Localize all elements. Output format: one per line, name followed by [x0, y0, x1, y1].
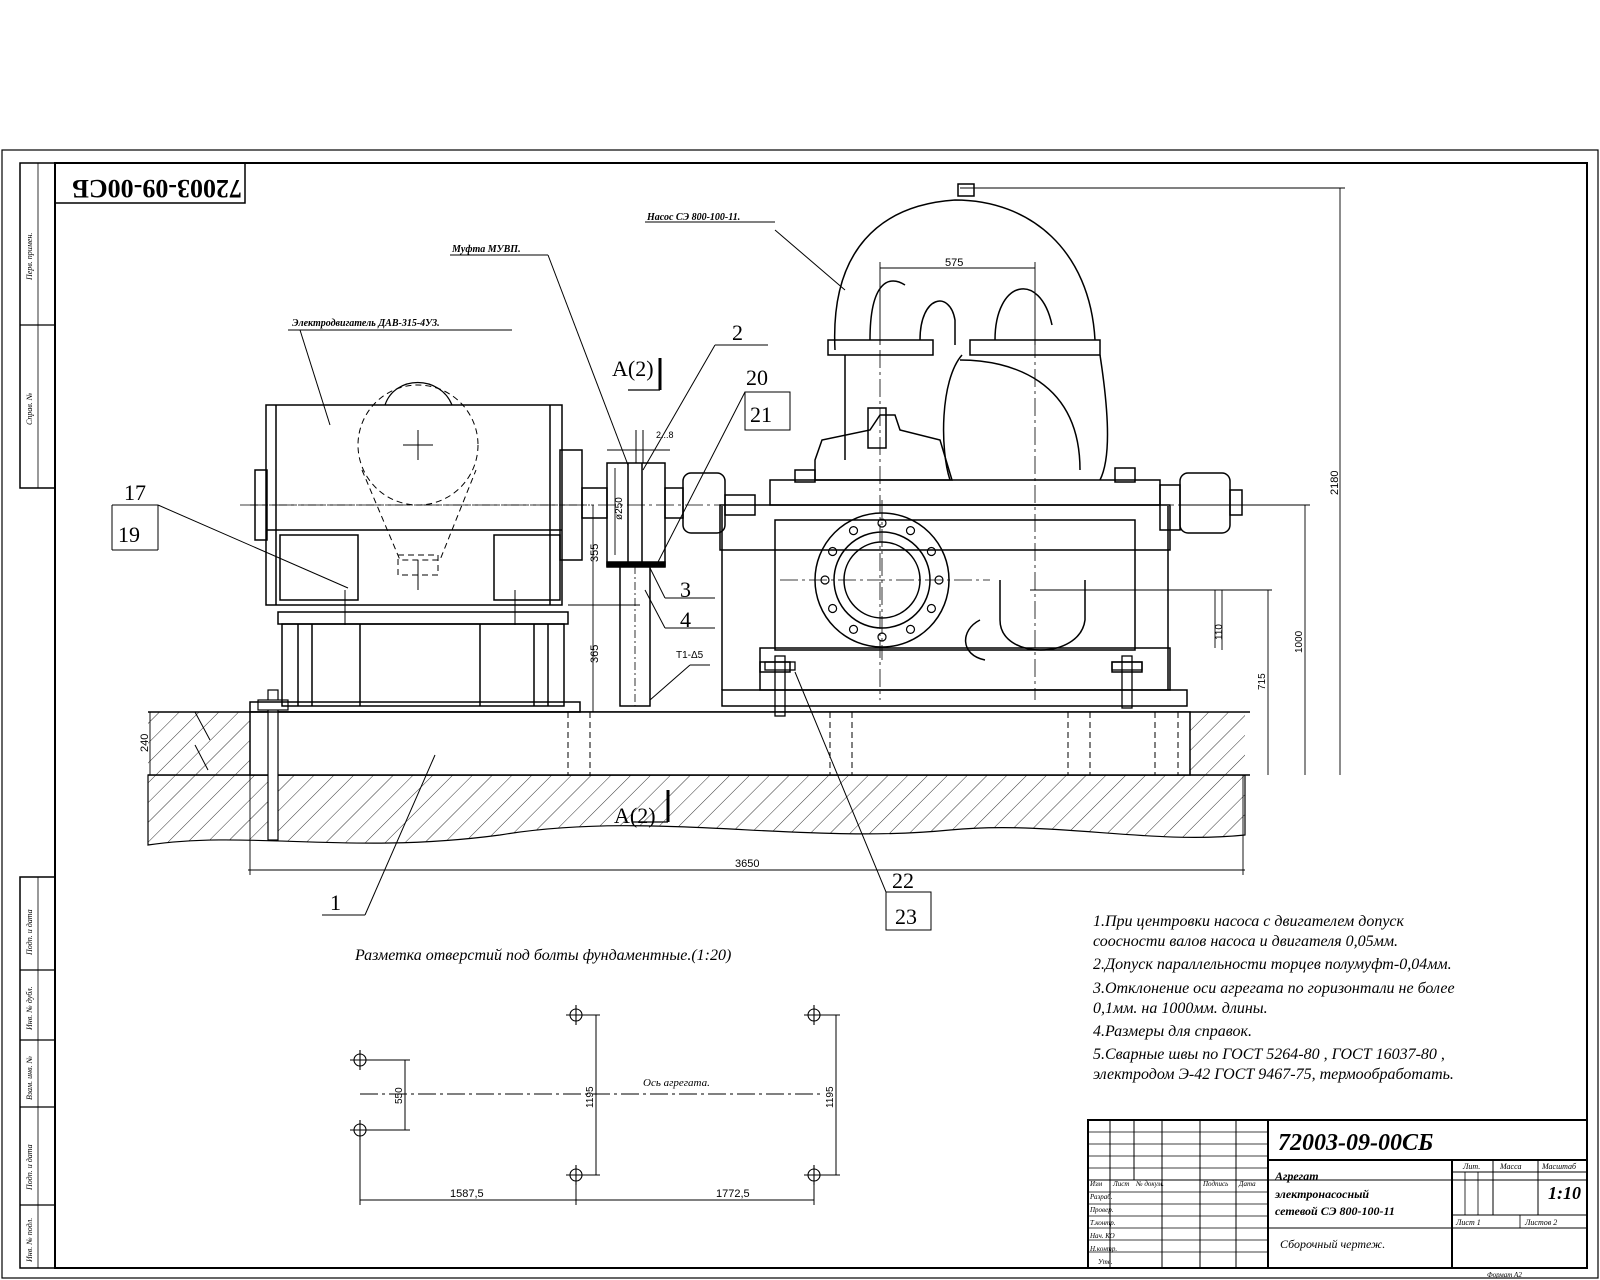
note-line: 2.Допуск параллельности торцев полумуфт-… — [1093, 956, 1452, 973]
flange-hole — [926, 546, 937, 557]
flange-hole — [827, 603, 838, 614]
product-name-2: электронасосный — [1274, 1187, 1369, 1201]
pos-2: 2 — [732, 320, 743, 345]
dim-250: ø250 — [614, 497, 625, 520]
note-line: электродом Э-42 ГОСТ 9467-75, термообраб… — [1093, 1066, 1454, 1083]
scale-value: 1:10 — [1548, 1183, 1581, 1203]
side-labels: Перв. примен. Справ. № Подп. и дата Инв.… — [25, 233, 34, 1263]
pos-22: 22 — [892, 868, 914, 893]
dim-1587: 1587,5 — [450, 1188, 484, 1200]
role: Т.контр. — [1090, 1219, 1116, 1227]
doc-type: Сборочный чертеж. — [1280, 1237, 1385, 1251]
weld-mark: Т1-Δ5 — [676, 650, 704, 661]
note-line: 5.Сварные швы по ГОСТ 5264-80 , ГОСТ 160… — [1093, 1046, 1445, 1063]
flange-hole — [848, 525, 859, 536]
dim-355: 355 — [589, 544, 601, 562]
role: Разраб. — [1089, 1193, 1113, 1201]
coupling-label: Муфта МУВП. — [451, 244, 521, 255]
pump — [769, 183, 1243, 661]
pos-21: 21 — [750, 402, 772, 427]
role: Н.контр. — [1089, 1245, 1117, 1253]
layout-title: Разметка отверстий под болты фундаментны… — [354, 947, 731, 964]
hdr-date: Дата — [1238, 1180, 1256, 1188]
dim-2180: 2180 — [1329, 471, 1341, 495]
note-line: соосности валов насоса и двигателя 0,05м… — [1093, 933, 1398, 950]
col-scale: Масштаб — [1541, 1162, 1577, 1171]
hdr-doc: № докум. — [1135, 1180, 1164, 1188]
dim-240: 240 — [139, 734, 151, 752]
side-label: Подп. и дата — [25, 1144, 34, 1191]
pos-4: 4 — [680, 607, 691, 632]
dim-1000: 1000 — [1294, 630, 1305, 653]
product-name-3: сетевой СЭ 800-100-11 — [1275, 1204, 1395, 1218]
foundation — [147, 689, 1250, 846]
sheet-number: Лист 1 — [1455, 1218, 1481, 1227]
col-lit: Лит. — [1462, 1162, 1480, 1171]
dim-110: 110 — [1214, 624, 1225, 640]
flange-hole — [827, 546, 838, 557]
note-line: 4.Размеры для справок. — [1093, 1023, 1252, 1040]
doc-number-rotated: 72003-09-00СБ — [72, 174, 242, 203]
product-name-1: Агрегат — [1274, 1169, 1319, 1183]
flange-hole — [848, 624, 859, 635]
hdr-sign: Подпись — [1202, 1180, 1228, 1188]
pos-19: 19 — [118, 522, 140, 547]
electric-motor — [240, 382, 590, 625]
section-mark-bottom: А(2) — [614, 803, 656, 828]
coupling — [581, 430, 756, 568]
dim-1195-right: 1195 — [825, 1086, 836, 1108]
dim-365: 365 — [589, 645, 601, 663]
title-block-number: 72003-09-00СБ — [1278, 1130, 1433, 1156]
dim-715: 715 — [1257, 673, 1268, 690]
dim-1772: 1772,5 — [716, 1188, 750, 1200]
motor-label: Электродвигатель ДАВ-315-4У3. — [292, 318, 440, 329]
dim-1195-left: 1195 — [585, 1086, 596, 1108]
axis-label: Ось агрегата. — [643, 1077, 710, 1089]
technical-notes: 1.При центровки насоса с двигателем допу… — [1092, 913, 1455, 1083]
pump-base — [719, 504, 1188, 707]
pos-1: 1 — [330, 890, 341, 915]
pos-3: 3 — [680, 577, 691, 602]
hole-layout: Разметка отверстий под болты фундаментны… — [350, 947, 840, 1205]
col-mass: Масса — [1499, 1162, 1521, 1171]
dim-550: 550 — [394, 1087, 405, 1104]
role: Утв. — [1098, 1258, 1113, 1266]
format-label: Формат А2 — [1487, 1271, 1522, 1279]
assembly-drawing: Перв. примен. Справ. № Подп. и дата Инв.… — [1, 149, 1599, 1279]
role: Нач. КО — [1089, 1232, 1115, 1240]
title-block-text: 72003-09-00СБ Агрегат электронасосный се… — [1089, 1130, 1581, 1279]
motor-base — [249, 565, 651, 713]
hdr-izm: Изм — [1089, 1180, 1103, 1188]
side-label: Взам. инв. № — [25, 1055, 34, 1100]
pump-bolts — [764, 655, 1143, 717]
role: Провер. — [1089, 1206, 1114, 1214]
pos-17: 17 — [124, 480, 146, 505]
dim-575: 575 — [945, 257, 963, 269]
pos-23: 23 — [895, 904, 917, 929]
doc-number-stamp: 72003-09-00СБ — [54, 162, 246, 204]
pump-label: Насос СЭ 800-100-11. — [646, 212, 740, 223]
hdr-list: Лист — [1112, 1180, 1129, 1188]
side-label: Справ. № — [25, 392, 34, 425]
note-line: 0,1мм. на 1000мм. длины. — [1093, 1000, 1268, 1017]
flange-hole — [926, 603, 937, 614]
side-label: Подп. и дата — [25, 909, 34, 956]
flange-hole — [905, 624, 916, 635]
section-mark-top: А(2) — [612, 356, 654, 381]
note-line: 3.Отклонение оси агрегата по горизонтали… — [1092, 980, 1455, 997]
dim-3650: 3650 — [735, 858, 759, 870]
flange-hole — [905, 525, 916, 536]
side-label: Инв. № дубл. — [25, 986, 34, 1031]
side-label: Инв. № подл. — [25, 1218, 34, 1263]
pos-20: 20 — [746, 365, 768, 390]
sheet-count: Листов 2 — [1524, 1218, 1557, 1227]
side-label: Перв. примен. — [25, 233, 34, 281]
note-line: 1.При центровки насоса с двигателем допу… — [1093, 913, 1405, 930]
